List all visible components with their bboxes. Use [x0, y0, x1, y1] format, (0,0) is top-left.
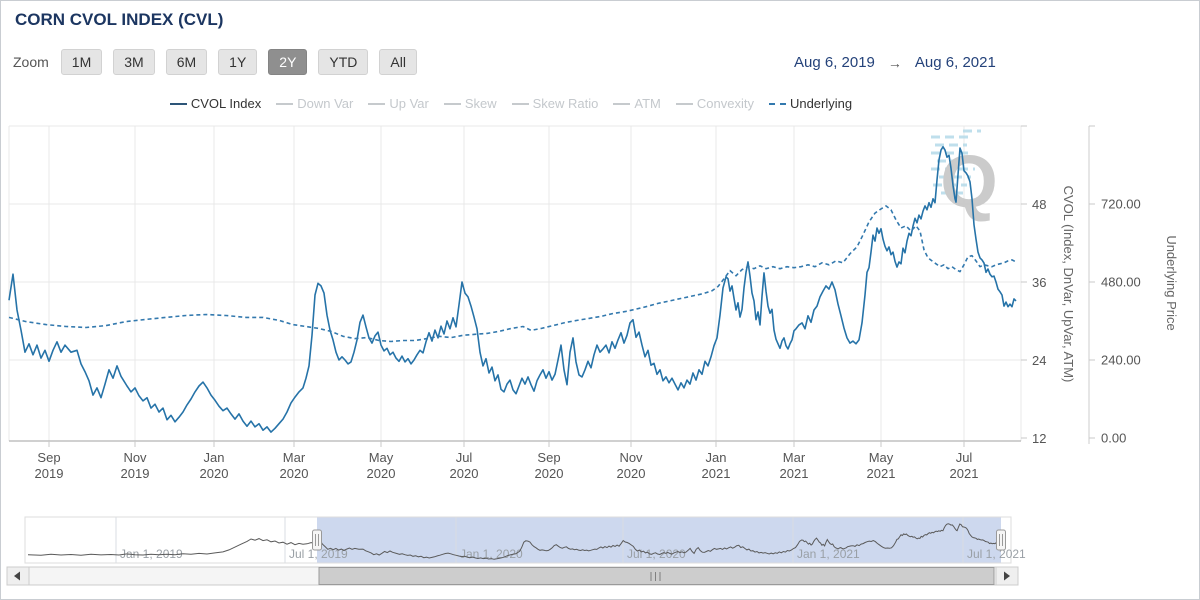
- watermark-letter: Q: [940, 140, 998, 223]
- x-tick-label-year: 2020: [535, 466, 564, 481]
- legend-item-up-var[interactable]: Up Var: [368, 96, 429, 111]
- navigator-handle-left[interactable]: [313, 530, 322, 550]
- navigator-tick-label: Jan 1, 2021: [797, 547, 860, 561]
- x-tick-label-month: Nov: [619, 450, 643, 465]
- zoom-button-1y[interactable]: 1Y: [218, 49, 257, 75]
- navigator-handle-right[interactable]: [997, 530, 1006, 550]
- underlying-series-line: [9, 206, 1016, 342]
- legend-label: Down Var: [297, 96, 353, 111]
- zoom-button-group: 1M 3M 6M 1Y 2Y YTD All: [61, 49, 428, 75]
- x-tick-label-year: 2019: [35, 466, 64, 481]
- legend-item-atm[interactable]: ATM: [613, 96, 660, 111]
- x-tick-label-month: Jul: [956, 450, 973, 465]
- x-tick-label-month: May: [869, 450, 894, 465]
- zoom-label: Zoom: [13, 54, 49, 70]
- legend-item-skew[interactable]: Skew: [444, 96, 497, 111]
- zoom-button-all[interactable]: All: [379, 49, 417, 75]
- x-tick-label-month: Sep: [537, 450, 560, 465]
- legend-label: Up Var: [389, 96, 429, 111]
- legend-item-down-var[interactable]: Down Var: [276, 96, 353, 111]
- scrollbar-thumb[interactable]: [319, 568, 994, 585]
- legend-label: Skew: [465, 96, 497, 111]
- legend-swatch-skew-ratio: [512, 103, 529, 105]
- x-tick-label-year: 2021: [867, 466, 896, 481]
- page-title: CORN CVOL INDEX (CVL): [15, 10, 223, 30]
- x-tick-label-month: Mar: [283, 450, 306, 465]
- date-from[interactable]: Aug 6, 2019: [794, 54, 875, 71]
- legend-item-convexity[interactable]: Convexity: [676, 96, 754, 111]
- price-tick-label: 720.00: [1101, 197, 1141, 212]
- cvol-chart-widget: CORN CVOL INDEX (CVL) Zoom 1M 3M 6M 1Y 2Y YTD…: [0, 0, 1200, 600]
- x-tick-label-month: Jan: [204, 450, 225, 465]
- legend-swatch-up-var: [368, 103, 385, 105]
- date-to[interactable]: Aug 6, 2021: [915, 54, 996, 71]
- legend-label: CVOL Index: [191, 96, 261, 111]
- zoom-toolbar: Zoom 1M 3M 6M 1Y 2Y YTD All: [13, 49, 428, 75]
- legend-swatch-underlying: [769, 103, 786, 105]
- zoom-button-6m[interactable]: 6M: [166, 49, 207, 75]
- zoom-button-2y[interactable]: 2Y: [268, 49, 307, 75]
- zoom-button-3m[interactable]: 3M: [113, 49, 154, 75]
- chart-canvas: Sep2019Nov2019Jan2020Mar2020May2020Jul20…: [1, 1, 1199, 599]
- cvol-tick-label: 36: [1032, 275, 1046, 290]
- navigator-tick-label: Jul 1, 2020: [627, 547, 686, 561]
- cvol-index-series-line: [9, 147, 1016, 432]
- x-tick-label-year: 2021: [702, 466, 731, 481]
- legend-label: Underlying: [790, 96, 852, 111]
- cvol-tick-label: 12: [1032, 431, 1046, 446]
- legend-label: ATM: [634, 96, 660, 111]
- cvol-tick-label: 24: [1032, 353, 1046, 368]
- x-tick-label-month: Sep: [37, 450, 60, 465]
- chart-legend: CVOL Index Down Var Up Var Skew Skew Ratio AT…: [1, 96, 1021, 111]
- legend-item-skew-ratio[interactable]: Skew Ratio: [512, 96, 599, 111]
- x-tick-label-month: Nov: [123, 450, 147, 465]
- zoom-button-1m[interactable]: 1M: [61, 49, 102, 75]
- legend-item-cvol-index[interactable]: CVOL Index: [170, 96, 261, 111]
- legend-swatch-skew: [444, 103, 461, 105]
- cvol-tick-label: 48: [1032, 197, 1046, 212]
- x-tick-label-year: 2020: [617, 466, 646, 481]
- price-tick-label: 240.00: [1101, 353, 1141, 368]
- x-tick-label-year: 2020: [367, 466, 396, 481]
- date-range: Aug 6, 2019 → Aug 6, 2021: [794, 54, 996, 71]
- x-tick-label-year: 2020: [200, 466, 229, 481]
- x-tick-label-month: Mar: [783, 450, 806, 465]
- legend-label: Skew Ratio: [533, 96, 599, 111]
- legend-swatch-convexity: [676, 103, 693, 105]
- date-arrow-icon: →: [888, 55, 902, 71]
- cvol-axis-title: CVOL (Index, DnVar, UpVar, ATM): [1061, 186, 1076, 383]
- price-tick-label: 480.00: [1101, 275, 1141, 290]
- x-tick-label-year: 2020: [280, 466, 309, 481]
- x-tick-label-month: Jan: [706, 450, 727, 465]
- x-tick-label-month: Jul: [456, 450, 473, 465]
- x-tick-label-year: 2019: [121, 466, 150, 481]
- x-tick-label-year: 2021: [950, 466, 979, 481]
- price-tick-label: 0.00: [1101, 431, 1126, 446]
- legend-label: Convexity: [697, 96, 754, 111]
- x-tick-label-year: 2020: [450, 466, 479, 481]
- x-tick-label-year: 2021: [780, 466, 809, 481]
- watermark-logo: Q: [931, 131, 998, 223]
- price-axis-title: Underlying Price: [1164, 235, 1179, 330]
- legend-swatch-atm: [613, 103, 630, 105]
- x-tick-label-month: May: [369, 450, 394, 465]
- legend-swatch-down-var: [276, 103, 293, 105]
- zoom-button-ytd[interactable]: YTD: [318, 49, 368, 75]
- legend-swatch-cvol-index: [170, 103, 187, 105]
- legend-item-underlying[interactable]: Underlying: [769, 96, 852, 111]
